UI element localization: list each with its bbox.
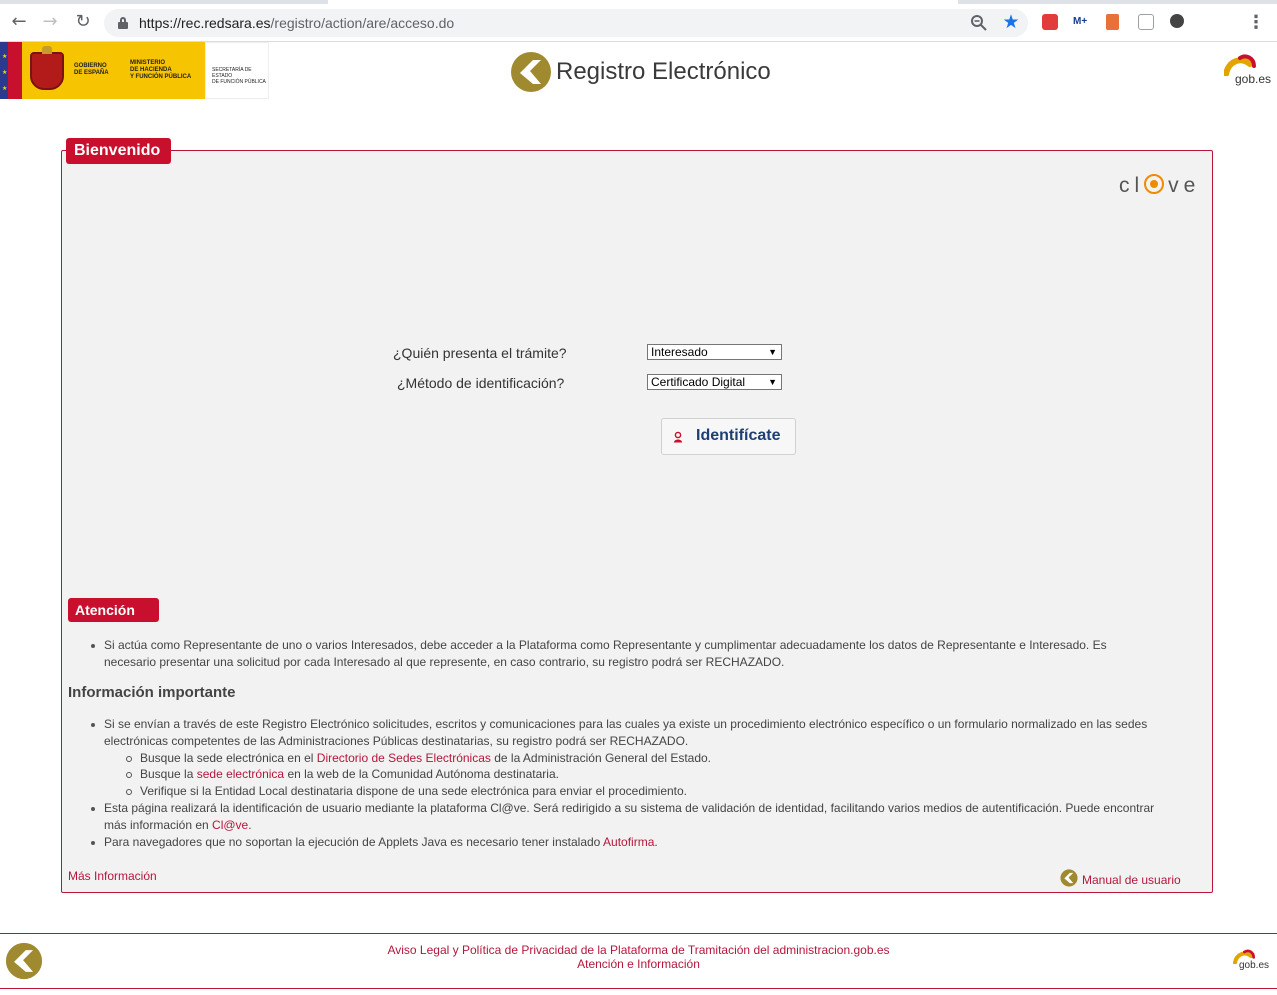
circle-bullet-icon (126, 755, 132, 762)
user-manual-link[interactable]: Manual de usuario (1082, 873, 1181, 887)
important-info-title: Información importante (68, 684, 236, 701)
footer-links: Aviso Legal y Política de Privacidad de … (0, 943, 1277, 971)
circle-bullet-icon (126, 789, 132, 796)
autofirma-link[interactable]: Autofirma (603, 835, 654, 849)
attention-info-link[interactable]: Atención e Información (577, 957, 700, 971)
clave-logo: cl ve (1119, 174, 1201, 197)
list-item: Busque la sede electrónica en el Directo… (126, 750, 1166, 767)
registro-logo-icon (1060, 869, 1078, 887)
forward-arrow-icon[interactable]: → (40, 12, 60, 32)
address-bar[interactable]: https://rec.redsara.es/registro/action/a… (104, 9, 1028, 37)
lock-icon[interactable] (118, 17, 128, 29)
more-info-link[interactable]: Más Información (68, 869, 157, 883)
list-item: Si actúa como Representante de uno o var… (91, 637, 1159, 671)
coat-of-arms-icon (30, 46, 64, 90)
circle-bullet-icon (126, 772, 132, 779)
url-text[interactable]: https://rec.redsara.es/registro/action/a… (139, 14, 454, 32)
gobierno-text: GOBIERNO DE ESPAÑA (74, 63, 109, 76)
important-info-list: Si se envían a través de este Registro E… (91, 716, 1166, 851)
list-item: Busque la sede electrónica en la web de … (126, 766, 1166, 783)
registro-logo-icon (511, 52, 551, 92)
gob-es-logo[interactable]: gob.es (1223, 52, 1276, 90)
extension-icon-5[interactable] (1170, 14, 1184, 28)
list-item: Para navegadores que no soportan la ejec… (91, 834, 1166, 851)
extension-icon-1[interactable] (1042, 14, 1058, 30)
secretaria-block: SECRETARÍA DE ESTADO DE FUNCIÓN PÚBLICA (205, 42, 269, 99)
list-item: Esta página realizará la identificación … (91, 800, 1166, 834)
attention-list: Si actúa como Representante de uno o var… (91, 637, 1159, 671)
user-icon (673, 431, 683, 443)
secretaria-text: SECRETARÍA DE ESTADO DE FUNCIÓN PÚBLICA (212, 67, 266, 85)
legal-privacy-link[interactable]: Aviso Legal y Política de Privacidad de … (387, 943, 889, 957)
footer-top-divider (0, 933, 1277, 934)
bullet-icon (91, 806, 95, 811)
identify-button-label: Identifícate (696, 427, 781, 444)
bookmark-star-icon[interactable]: ★ (1000, 11, 1022, 33)
list-item: Si se envían a través de este Registro E… (91, 716, 1166, 750)
dropdown-arrow-icon: ▼ (768, 347, 777, 357)
back-arrow-icon[interactable]: ← (9, 12, 29, 32)
browser-menu-icon[interactable]: ⋮ (1247, 12, 1265, 32)
clave-o-icon (1144, 174, 1165, 194)
ministerio-text: MINISTERIO DE HACIENDA Y FUNCIÓN PÚBLICA (130, 60, 192, 80)
extension-icon-4[interactable] (1138, 14, 1154, 30)
who-presents-label: ¿Quién presenta el trámite? (393, 345, 567, 361)
user-manual-link-group[interactable]: Manual de usuario (1060, 867, 1181, 887)
list-item: Verifique si la Entidad Local destinatar… (126, 783, 1166, 800)
footer-gob-es-logo[interactable]: gob.es (1231, 948, 1271, 974)
reload-icon[interactable]: ↻ (73, 12, 93, 32)
sede-electronica-link[interactable]: sede electrónica (197, 767, 284, 781)
site-title: Registro Electrónico (556, 58, 771, 85)
bullet-icon (91, 723, 95, 727)
ministry-logo-block: GOBIERNO DE ESPAÑA MINISTERIO DE HACIEND… (22, 42, 205, 99)
eu-flag-icon: ★ ★ ★ (0, 42, 22, 99)
active-tab[interactable] (328, 0, 958, 4)
sedes-directory-link[interactable]: Directorio de Sedes Electrónicas (317, 751, 491, 765)
bullet-icon (91, 840, 95, 845)
identify-button[interactable]: Identifícate (661, 418, 796, 455)
zoom-icon[interactable] (970, 14, 988, 32)
tab-strip (0, 0, 1277, 4)
welcome-badge: Bienvenido (66, 138, 171, 164)
identification-method-label: ¿Método de identificación? (397, 375, 565, 391)
gobierno-espana-logo[interactable]: ★ ★ ★ GOBIERNO DE ESPAÑA MINISTERIO DE HAC… (0, 42, 269, 99)
footer-bottom-divider (0, 988, 1277, 989)
clave-link[interactable]: Cl@ve (212, 818, 248, 832)
bullet-icon (91, 644, 95, 648)
who-presents-select[interactable]: Interesado ▼ (647, 344, 782, 360)
identification-method-select[interactable]: Certificado Digital ▼ (647, 374, 782, 390)
dropdown-arrow-icon: ▼ (768, 377, 777, 387)
extension-icon-movistar[interactable]: M+ (1073, 14, 1089, 30)
attention-badge: Atención (68, 598, 159, 622)
extension-icon-office[interactable] (1106, 14, 1119, 30)
registro-electronico-brand[interactable]: Registro Electrónico (510, 49, 771, 95)
browser-toolbar: ← → ↻ https://rec.redsara.es/registro/ac… (0, 0, 1277, 42)
